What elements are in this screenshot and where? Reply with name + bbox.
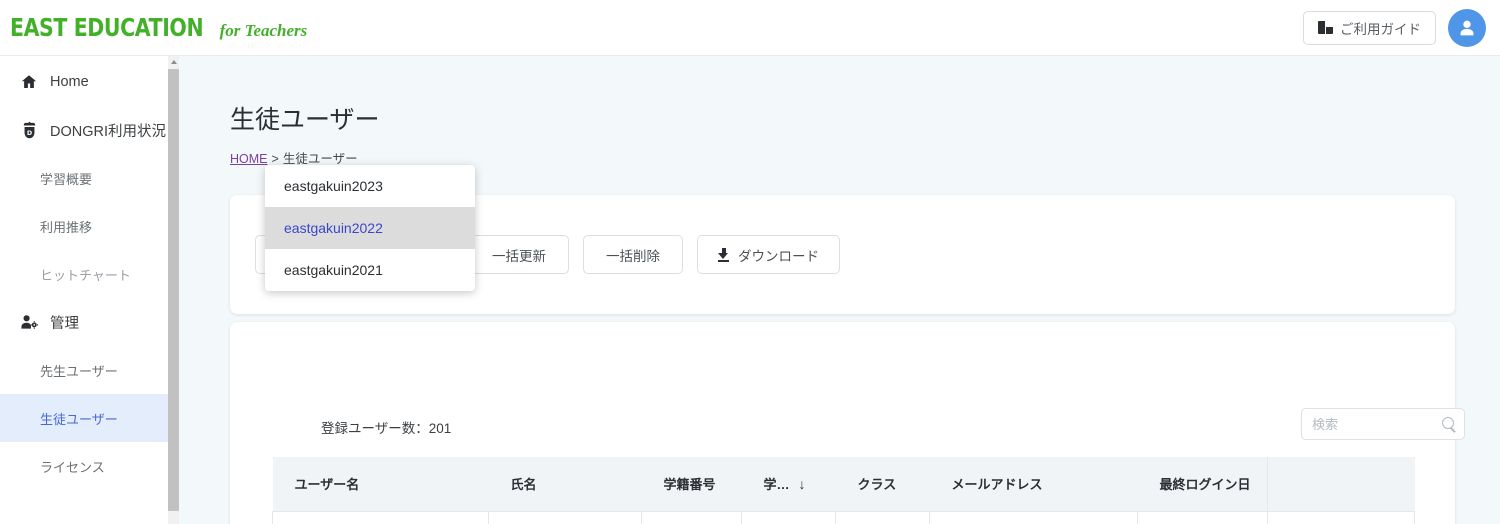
cell-actions: 詳細を見る パスワード変更 — [1267, 510, 1415, 524]
column-label: 学… — [763, 477, 790, 493]
search-box[interactable] — [1301, 408, 1465, 440]
download-icon — [718, 247, 729, 262]
sidebar-item-label: DONGRI利用状況 — [50, 123, 166, 140]
cell-email — [929, 510, 1138, 524]
sidebar-item-teacher-users[interactable]: 先生ユーザー — [0, 346, 168, 394]
svg-text:D: D — [26, 129, 31, 137]
breadcrumb-home-link[interactable]: HOME — [230, 152, 268, 166]
table-header-row: ユーザー名 氏名 学籍番号 学… ↓ クラス メールアドレス 最終ログイン日 — [272, 457, 1415, 511]
student-users-table: ユーザー名 氏名 学籍番号 学… ↓ クラス メールアドレス 最終ログイン日 s0… — [272, 457, 1415, 524]
user-guide-label: ご利用ガイド — [1340, 21, 1421, 37]
page-title: 生徒ユーザー — [230, 106, 380, 134]
dongri-icon: D — [18, 121, 40, 140]
column-header-grade[interactable]: 学… ↓ — [741, 457, 836, 511]
sidebar-item-label: 学習概要 — [40, 171, 93, 187]
column-header-actions — [1267, 457, 1415, 511]
column-label: 最終ログイン日 — [1159, 477, 1251, 493]
sidebar-item-label: 先生ユーザー — [40, 363, 118, 379]
bulk-delete-button[interactable]: 一括削除 — [583, 235, 683, 274]
column-label: 学籍番号 — [663, 477, 716, 493]
dropdown-option-2021[interactable]: eastgakuin2021 — [265, 249, 475, 291]
user-avatar-icon — [1460, 20, 1474, 35]
sidebar-scrollbar[interactable] — [168, 56, 179, 524]
cell-name: 生徒001 — [488, 510, 642, 524]
app-header: EAST EDUCATION for Teachers ご利用ガイド — [0, 0, 1500, 56]
download-button[interactable]: ダウンロード — [697, 235, 840, 274]
sidebar-item-usage-trend[interactable]: 利用推移 — [0, 202, 168, 250]
sidebar-item-label: ライセンス — [40, 459, 105, 475]
home-icon — [18, 73, 40, 91]
sidebar-item-learning-overview[interactable]: 学習概要 — [0, 154, 168, 202]
breadcrumb-current: 生徒ユーザー — [282, 152, 358, 166]
column-header-email[interactable]: メールアドレス — [929, 457, 1138, 511]
scroll-up-arrow-icon[interactable] — [168, 56, 179, 68]
column-header-student-id[interactable]: 学籍番号 — [641, 457, 742, 511]
column-label: クラス — [857, 477, 897, 493]
bulk-update-button[interactable]: 一括更新 — [469, 235, 569, 274]
download-label: ダウンロード — [738, 248, 819, 264]
school-year-dropdown[interactable]: eastgakuin2023 eastgakuin2022 eastgakuin… — [265, 165, 475, 291]
app-root: EAST EDUCATION for Teachers ご利用ガイド Home — [0, 0, 1500, 524]
cell-username: s001@east.ed.jp — [272, 510, 489, 524]
search-input[interactable] — [1312, 416, 1442, 432]
column-header-name[interactable]: 氏名 — [488, 457, 642, 511]
search-icon[interactable] — [1442, 416, 1457, 432]
column-label: 氏名 — [510, 477, 537, 493]
cell-grade: 1 — [741, 510, 836, 524]
sidebar-item-hit-chart[interactable]: ヒットチャート — [0, 250, 168, 298]
column-label: メールアドレス — [951, 477, 1043, 493]
brand-logo[interactable]: EAST EDUCATION for Teachers — [0, 13, 307, 42]
table-card: 登録ユーザー数：201 ユーザー名 氏名 学籍番号 学… ↓ — [230, 322, 1465, 524]
logo-secondary-text: for Teachers — [219, 21, 308, 40]
table-row[interactable]: s001@east.ed.jp 生徒001 s001 1 1 詳細を見る — [272, 510, 1415, 524]
logo-primary-text: EAST EDUCATION — [10, 13, 204, 42]
column-header-class[interactable]: クラス — [835, 457, 930, 511]
column-header-last-login[interactable]: 最終ログイン日 — [1137, 457, 1268, 511]
sidebar-item-label: 管理 — [50, 315, 79, 332]
scrollbar-thumb[interactable] — [168, 69, 179, 511]
dropdown-option-2023[interactable]: eastgakuin2023 — [265, 165, 475, 207]
sidebar-item-management[interactable]: 管理 — [0, 298, 168, 346]
cell-last-login — [1137, 510, 1268, 524]
column-label: ユーザー名 — [294, 477, 360, 493]
cell-class: 1 — [835, 510, 930, 524]
sidebar-item-label: Home — [50, 74, 89, 90]
dropdown-option-2022[interactable]: eastgakuin2022 — [265, 207, 475, 249]
breadcrumb-separator: > — [271, 152, 279, 166]
column-header-username[interactable]: ユーザー名 — [272, 457, 489, 511]
sidebar: Home D DONGRI利用状況 学習概要 利用推移 ヒットチャート 管理 先… — [0, 56, 168, 524]
avatar[interactable] — [1448, 8, 1486, 47]
registered-user-count: 登録ユーザー数：201 — [321, 421, 452, 436]
user-guide-button[interactable]: ご利用ガイド — [1303, 10, 1436, 45]
sidebar-item-home[interactable]: Home — [0, 58, 168, 106]
sidebar-item-label: ヒットチャート — [40, 267, 131, 283]
sort-descending-icon[interactable]: ↓ — [799, 476, 806, 492]
sidebar-item-label: 生徒ユーザー — [40, 411, 118, 427]
sidebar-item-student-users[interactable]: 生徒ユーザー — [0, 394, 168, 442]
header-actions: ご利用ガイド — [1303, 8, 1500, 47]
sidebar-item-dongri-usage[interactable]: D DONGRI利用状況 — [0, 106, 168, 154]
cell-student-id: s001 — [641, 510, 742, 524]
book-icon — [1318, 21, 1333, 34]
user-gear-icon — [18, 313, 40, 331]
sidebar-item-license[interactable]: ライセンス — [0, 442, 168, 490]
sidebar-item-label: 利用推移 — [40, 219, 93, 235]
